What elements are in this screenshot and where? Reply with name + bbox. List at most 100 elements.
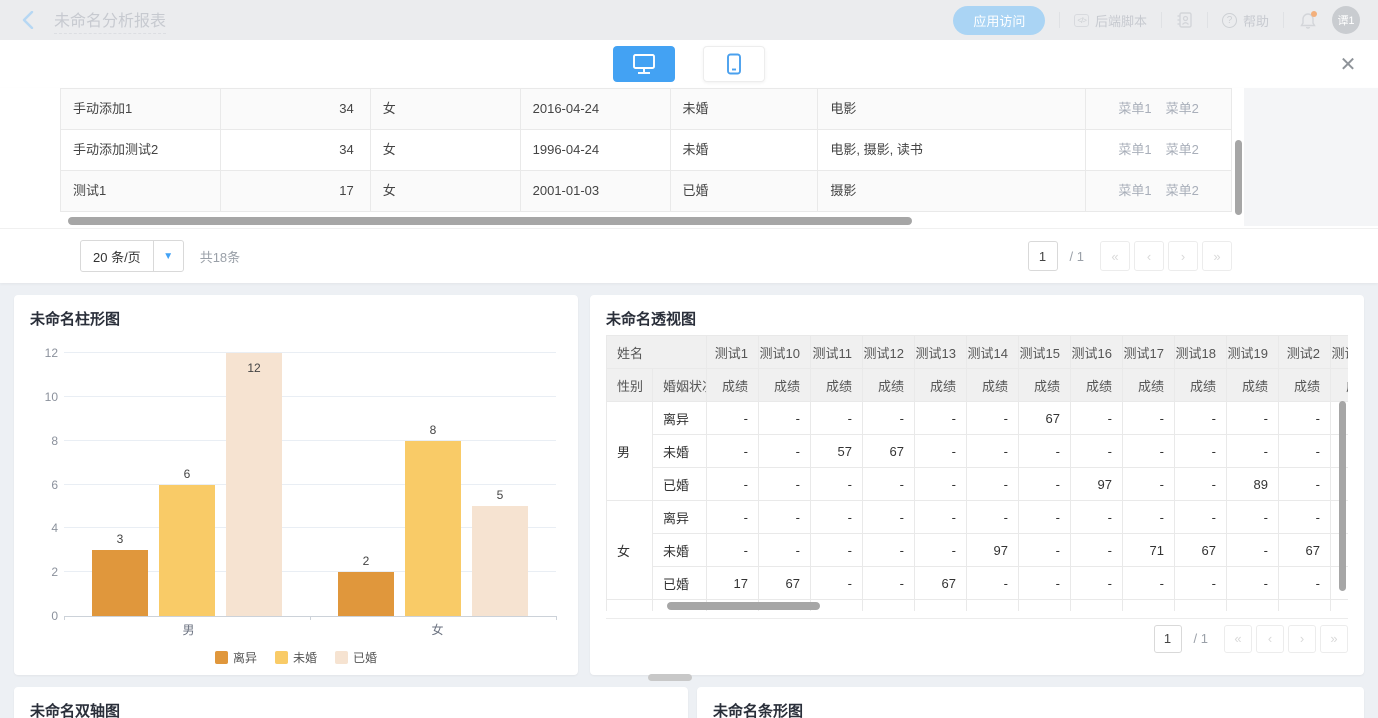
prev-page-button[interactable]: ‹	[1256, 625, 1284, 653]
row-action-link[interactable]: 菜单1	[1118, 171, 1151, 211]
legend-item[interactable]: 离异	[215, 649, 257, 666]
bar-chart-categories: 男女	[64, 617, 562, 641]
record-table: 手动添加134女2016-04-24未婚电影菜单1菜单2手动添加测试234女19…	[60, 88, 1232, 212]
axis-tick	[310, 616, 311, 620]
row-action-link[interactable]: 菜单2	[1166, 130, 1199, 170]
pivot-value-cell: -	[967, 468, 1019, 501]
pivot-column-header: 测试19	[1227, 336, 1279, 369]
pivot-value-cell: -	[1019, 567, 1071, 600]
pivot-vertical-scrollbar[interactable]	[1339, 401, 1346, 591]
current-page[interactable]: 1	[1154, 625, 1182, 653]
next-page-button[interactable]: ›	[1168, 241, 1198, 271]
legend-swatch-icon	[335, 651, 348, 664]
vertical-scrollbar[interactable]	[1235, 140, 1242, 215]
bar-wrap: 8	[405, 353, 461, 616]
legend-item[interactable]: 未婚	[275, 649, 317, 666]
desktop-view-button[interactable]	[613, 46, 675, 82]
pivot-measure-header: 成绩	[1227, 369, 1279, 402]
legend-item[interactable]: 已婚	[335, 649, 377, 666]
cell-actions: 菜单1 菜单2	[1086, 171, 1232, 211]
y-axis-label: 4	[32, 521, 58, 535]
bar-wrap: 12	[226, 353, 282, 616]
backend-script-button[interactable]: </> 后端脚本	[1074, 11, 1147, 30]
pivot-value-cell: -	[967, 402, 1019, 435]
pivot-empty-cell	[863, 600, 915, 611]
pivot-value-cell: -	[811, 501, 863, 534]
report-title[interactable]: 未命名分析报表	[54, 7, 166, 34]
table-row[interactable]: 测试117女2001-01-03已婚摄影菜单1菜单2	[61, 171, 1232, 212]
pivot-value-cell: -	[1123, 567, 1175, 600]
pivot-gender-cell: 男	[607, 402, 653, 501]
pivot-value-cell: -	[1227, 534, 1279, 567]
table-row[interactable]: 手动添加测试234女1996-04-24未婚电影, 摄影, 读书菜单1菜单2	[61, 130, 1232, 171]
contacts-icon	[1176, 11, 1193, 29]
cell-marital: 未婚	[671, 130, 819, 170]
next-page-button[interactable]: ›	[1288, 625, 1316, 653]
horizontal-scrollbar[interactable]	[68, 217, 912, 225]
legend-swatch-icon	[215, 651, 228, 664]
bar-value-label: 3	[92, 532, 148, 546]
help-button[interactable]: ? 帮助	[1222, 11, 1269, 30]
pivot-value-cell: -	[915, 534, 967, 567]
y-axis-label: 8	[32, 434, 58, 448]
prev-page-button[interactable]: ‹	[1134, 241, 1164, 271]
pivot-value-cell: -	[863, 501, 915, 534]
pivot-value-cell: 97	[967, 534, 1019, 567]
row-action-link[interactable]: 菜单1	[1118, 130, 1151, 170]
pivot-measure-header: 成绩	[1331, 369, 1348, 402]
axis-tick	[64, 616, 65, 620]
close-icon[interactable]: ✕	[1336, 52, 1360, 76]
pivot-column-header: 测试15	[1019, 336, 1071, 369]
pivot-column-header: 测试12	[863, 336, 915, 369]
bar-wrap: 3	[92, 353, 148, 616]
pivot-empty-cell	[1071, 600, 1123, 611]
row-action-link[interactable]: 菜单1	[1118, 89, 1151, 129]
pivot-row: 已婚1767--67--------	[607, 567, 1349, 600]
pivot-value-cell: -	[811, 468, 863, 501]
scrollbar-thumb[interactable]	[648, 674, 692, 681]
pivot-horizontal-scrollbar[interactable]	[667, 602, 820, 610]
pivot-row: 未婚-----97--7167-67-	[607, 534, 1349, 567]
page-size-select[interactable]: 20 条/页 ▼	[80, 240, 184, 272]
pivot-value-cell: -	[707, 435, 759, 468]
first-page-button[interactable]: «	[1100, 241, 1130, 271]
last-page-button[interactable]: »	[1320, 625, 1348, 653]
cell-age: 34	[221, 89, 371, 129]
cell-name: 测试1	[61, 171, 221, 211]
row-action-link[interactable]: 菜单2	[1166, 89, 1199, 129]
notification-bell-button[interactable]	[1298, 10, 1318, 30]
pivot-value-cell: -	[915, 402, 967, 435]
pivot-column-header: 测试1	[707, 336, 759, 369]
record-table-panel: 手动添加134女2016-04-24未婚电影菜单1菜单2手动添加测试234女19…	[0, 88, 1378, 283]
first-page-button[interactable]: «	[1224, 625, 1252, 653]
cell-gender: 女	[371, 171, 521, 211]
pivot-value-cell: -	[915, 468, 967, 501]
cell-hobby: 电影	[818, 89, 1086, 129]
row-action-link[interactable]: 菜单2	[1166, 171, 1199, 211]
mobile-view-button[interactable]	[703, 46, 765, 82]
pivot-empty-cell	[915, 600, 967, 611]
pivot-measure-header: 成绩	[967, 369, 1019, 402]
bar-group: 285	[310, 353, 556, 616]
back-button[interactable]	[18, 10, 38, 30]
bar-value-label: 6	[159, 467, 215, 481]
pivot-measure-header: 成绩	[811, 369, 863, 402]
pivot-empty-cell	[607, 600, 653, 611]
legend-label: 已婚	[353, 649, 377, 666]
pivot-empty-cell	[1331, 600, 1348, 611]
current-page[interactable]: 1	[1028, 241, 1058, 271]
legend-label: 离异	[233, 649, 257, 666]
bar	[472, 506, 528, 616]
last-page-button[interactable]: »	[1202, 241, 1232, 271]
bar-chart-plot: 0246810123612285	[64, 353, 556, 617]
preview-toolbar: ✕	[0, 40, 1378, 88]
pivot-value-cell: -	[1123, 435, 1175, 468]
pivot-column-header: 测试2	[1279, 336, 1331, 369]
pivot-pagination: 1 / 1 « ‹ › »	[606, 618, 1348, 658]
avatar[interactable]: 谭1	[1332, 6, 1360, 34]
pivot-empty-cell	[1019, 600, 1071, 611]
contacts-button[interactable]	[1176, 11, 1193, 29]
table-row[interactable]: 手动添加134女2016-04-24未婚电影菜单1菜单2	[61, 89, 1232, 130]
app-access-button[interactable]: 应用访问	[953, 6, 1045, 35]
pivot-value-cell: 71	[1123, 534, 1175, 567]
